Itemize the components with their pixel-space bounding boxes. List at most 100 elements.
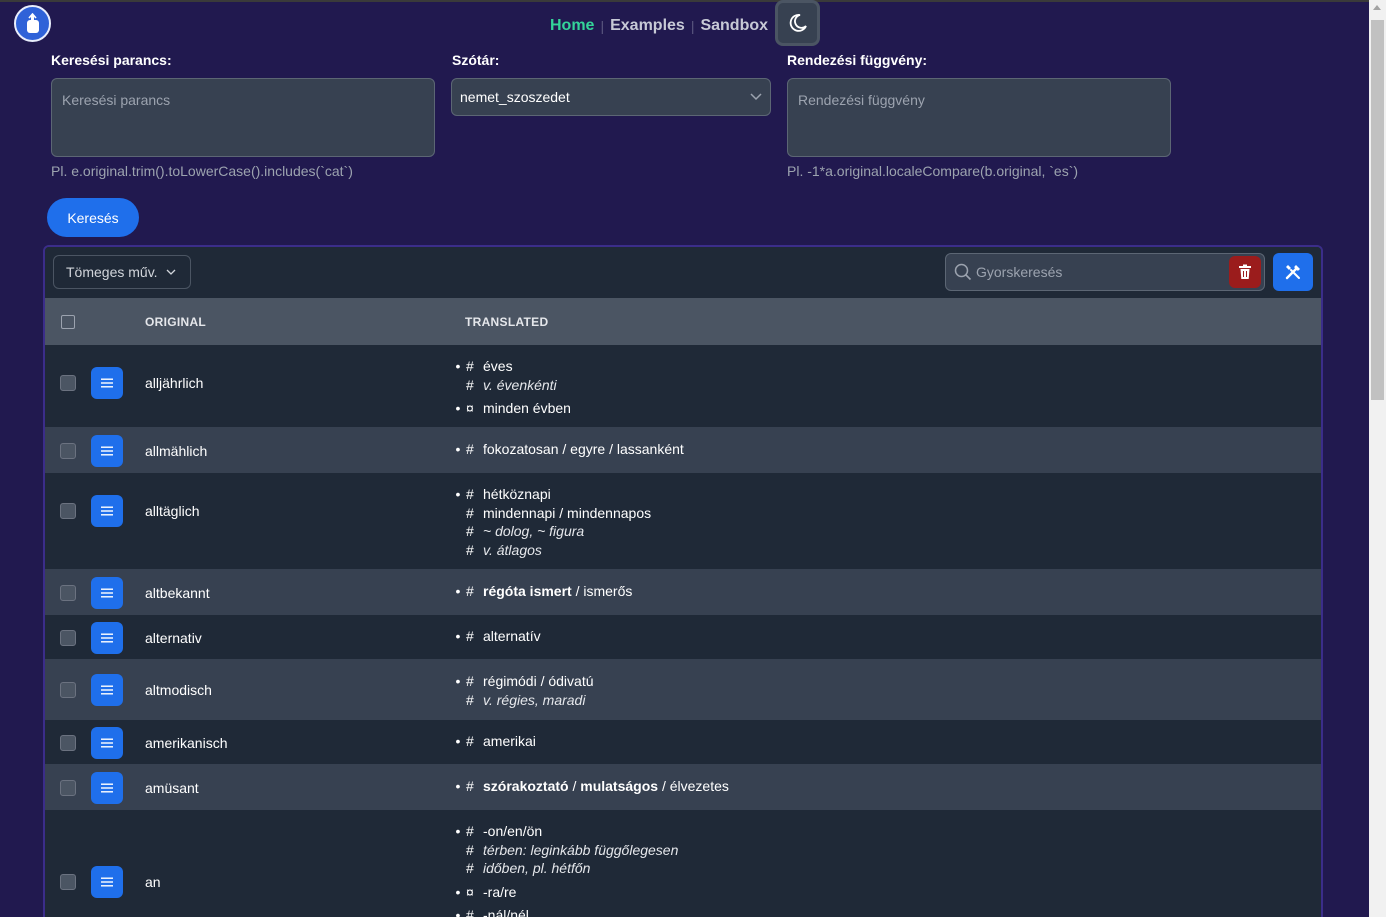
- row-translation: • # fokozatosan / egyre / lassanként: [453, 440, 684, 459]
- translation-line: # v. átlagos: [453, 541, 651, 560]
- row-details-button[interactable]: [91, 726, 123, 759]
- translation-type-marker: #: [466, 823, 474, 839]
- list-icon: [101, 506, 113, 516]
- row-translation: • # régimódi / ódivatú # v. régies, maradi: [453, 672, 594, 709]
- translation-text: amerikai: [483, 733, 536, 749]
- row-checkbox[interactable]: [60, 734, 76, 751]
- row-details-button[interactable]: [91, 674, 123, 706]
- table-row: an • # -on/en/ön # térben: leginkább függőleg…: [45, 810, 1321, 917]
- nav-separator: |: [600, 18, 605, 34]
- row-details-button[interactable]: [91, 621, 123, 654]
- translation-type-marker: #: [466, 841, 474, 858]
- translation-text: hétköznapi: [483, 486, 551, 502]
- translation-text: v. évenkénti: [483, 376, 557, 393]
- table-row: altbekannt • # régóta ismert / ismerős: [45, 570, 1321, 615]
- row-checkbox[interactable]: [60, 779, 76, 796]
- quick-search-placeholder: Gyorskeresés: [976, 264, 1063, 280]
- search-command-input[interactable]: Keresési parancs: [51, 78, 435, 157]
- bullet-marker: •: [455, 823, 461, 839]
- translation-line: • # alternatív: [453, 627, 541, 646]
- translation-type-marker: ¤: [466, 883, 474, 900]
- bullet-marker: •: [455, 628, 461, 644]
- scrollbar-thumb[interactable]: [1371, 20, 1384, 400]
- translation-text: régóta ismert: [483, 583, 572, 599]
- translation-line: • ¤ -ra/re: [453, 883, 678, 902]
- row-checkbox[interactable]: [60, 629, 76, 646]
- translation-type-marker: #: [466, 486, 474, 502]
- translation-line: • # hétköznapi: [453, 485, 651, 504]
- translation-type-marker: #: [466, 673, 474, 689]
- scroll-up-arrow[interactable]: [1373, 5, 1381, 10]
- row-checkbox[interactable]: [60, 682, 76, 698]
- table-row: altmodisch • # régimódi / ódivatú # v. régies…: [45, 660, 1321, 720]
- translation-type-marker: ¤: [466, 400, 474, 417]
- bullet-marker: •: [455, 907, 461, 917]
- translation-text: térben: leginkább függőlegesen: [483, 841, 679, 858]
- nav-separator: |: [690, 18, 695, 34]
- dictionary-select[interactable]: nemet_szoszedet: [451, 78, 771, 116]
- select-all-checkbox[interactable]: [61, 315, 75, 329]
- translation-line: # mindennapi / mindennapos: [453, 504, 651, 523]
- row-original-text: allmählich: [145, 442, 208, 459]
- moon-icon: [789, 14, 807, 32]
- table-header: ORIGINAL TRANSLATED: [45, 298, 1321, 345]
- list-icon: [101, 877, 113, 887]
- list-icon: [101, 685, 113, 695]
- row-original-text: amerikanisch: [145, 734, 228, 751]
- bullet-marker: •: [455, 486, 461, 502]
- row-original-text: an: [145, 874, 161, 890]
- row-checkbox[interactable]: [60, 503, 76, 519]
- sort-function-hint: Pl. -1*a.original.localeCompare(b.origin…: [787, 163, 1079, 179]
- quick-search-input[interactable]: Gyorskeresés: [945, 253, 1265, 291]
- row-translation: • # éves # v. évenkénti • ¤ minden évben: [453, 357, 571, 418]
- table-row: alljährlich • # éves # v. évenkénti • ¤ minden é…: [45, 345, 1321, 428]
- row-translation: • # szórakoztató / mulatságos / élvezetes: [453, 777, 729, 796]
- page-scrollbar[interactable]: [1369, 0, 1386, 917]
- clear-search-button[interactable]: [1229, 256, 1261, 288]
- translation-type-marker: #: [466, 691, 474, 708]
- row-details-button[interactable]: [91, 576, 123, 609]
- row-translation: • # hétköznapi # mindennapi / mindennapos # ~ …: [453, 485, 652, 560]
- search-button[interactable]: Keresés: [47, 198, 139, 237]
- row-translation: • # amerikai: [453, 732, 536, 751]
- translation-type-marker: #: [466, 504, 474, 521]
- row-checkbox[interactable]: [60, 375, 76, 391]
- translation-line: • # régóta ismert / ismerős: [453, 582, 633, 601]
- row-translation: • # régóta ismert / ismerős: [453, 582, 633, 601]
- table-tools-button[interactable]: [1273, 253, 1313, 291]
- translation-text: / élvezetes: [658, 778, 729, 794]
- translation-text: éves: [483, 358, 513, 374]
- list-icon: [101, 738, 113, 747]
- translation-line: • # régimódi / ódivatú: [453, 672, 594, 691]
- tools-icon: [1285, 265, 1300, 280]
- translation-line: # ~ dolog, ~ figura: [453, 522, 651, 541]
- row-checkbox[interactable]: [60, 874, 76, 890]
- translation-type-marker: #: [466, 778, 474, 794]
- row-checkbox[interactable]: [60, 584, 76, 601]
- row-checkbox[interactable]: [60, 442, 76, 459]
- nav-home-link[interactable]: Home: [550, 17, 594, 35]
- bulk-actions-button[interactable]: Tömeges műv.: [53, 255, 191, 289]
- translation-type-marker: #: [466, 628, 474, 644]
- row-details-button[interactable]: [91, 495, 123, 527]
- row-details-button[interactable]: [91, 367, 123, 399]
- table-body: alljährlich • # éves # v. évenkénti • ¤ minden é…: [45, 345, 1321, 917]
- theme-toggle-button[interactable]: [775, 0, 820, 46]
- window-top-border: [0, 0, 1386, 2]
- row-details-button[interactable]: [91, 866, 123, 898]
- translation-text: szórakoztató: [483, 778, 569, 794]
- translation-line: • # -on/en/ön: [453, 822, 678, 841]
- row-details-button[interactable]: [91, 434, 123, 467]
- nav-examples-link[interactable]: Examples: [610, 17, 685, 35]
- list-icon: [101, 446, 113, 455]
- row-details-button[interactable]: [91, 771, 123, 804]
- row-original-text: alternativ: [145, 629, 202, 646]
- bullet-marker: •: [455, 733, 461, 749]
- bullet-marker: •: [455, 358, 461, 374]
- sort-function-input[interactable]: Rendezési függvény: [787, 78, 1171, 157]
- nav-sandbox-link[interactable]: Sandbox: [700, 17, 768, 35]
- upload-hand-icon[interactable]: [14, 5, 51, 42]
- column-header-translated[interactable]: TRANSLATED: [465, 315, 548, 329]
- list-icon: [101, 378, 113, 388]
- column-header-original[interactable]: ORIGINAL: [145, 315, 206, 329]
